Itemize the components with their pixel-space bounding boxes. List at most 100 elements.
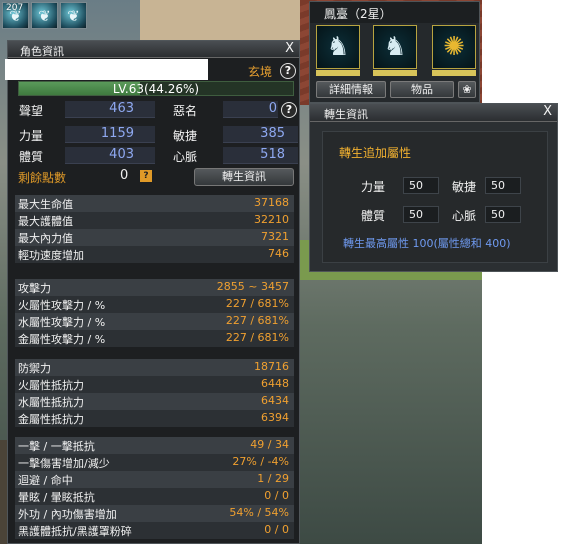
attribute-label: 火屬性抵抗力 (18, 379, 84, 392)
realm-label: 玄境 (248, 65, 273, 79)
panel-title: 角色資訊 (20, 45, 64, 58)
attribute-row: 輕功速度增加 746 (15, 246, 294, 263)
infamy-label: 惡名 (173, 104, 198, 118)
question-icon[interactable]: ? (140, 170, 152, 182)
attribute-row: 最大護體值 32210 (15, 212, 294, 229)
sun-emblem-icon: ✺ (443, 32, 465, 62)
attribute-label: 防禦力 (18, 362, 51, 375)
attribute-label: 最大護體值 (18, 215, 73, 228)
attribute-value: 6434 (261, 394, 289, 407)
close-button[interactable]: X (543, 104, 552, 119)
stat-row-strength: 力量 1159 敏捷 385 (13, 125, 298, 145)
strength-value: 1159 (100, 126, 134, 141)
attribute-label: 一擊傷害增加/減少 (18, 457, 110, 470)
attribute-label: 迴避 / 命中 (18, 474, 73, 487)
attribute-row: 一擊傷害增加/減少 27% / -4% (15, 454, 294, 471)
status-title-bar: 鳳臺（2星） (310, 2, 479, 23)
reputation-label: 聲望 (19, 104, 44, 118)
detail-info-button[interactable]: 詳細情報 (316, 81, 386, 98)
attribute-value: 37168 (254, 196, 289, 209)
attribute-value: 18716 (254, 360, 289, 373)
reborn-strength-value: 50 (403, 177, 439, 194)
attribute-row: 火屬性攻擊力 / % 227 / 681% (15, 296, 294, 313)
reborn-constitution-value: 50 (403, 206, 439, 223)
help-icon[interactable]: ? (281, 102, 297, 118)
attribute-row: 火屬性抵抗力 6448 (15, 376, 294, 393)
attribute-value: 2855 ~ 3457 (216, 280, 289, 293)
dragon-icon: ♞ (383, 32, 407, 62)
remaining-points-label: 剩餘點數 (18, 171, 67, 185)
reborn-strength-label: 力量 (361, 180, 386, 194)
attribute-label: 水屬性抵抗力 (18, 396, 84, 409)
reputation-value: 463 (109, 101, 134, 116)
dragon-icon: ♞ (326, 32, 350, 62)
attribute-value: 0 / 0 (264, 523, 289, 536)
reborn-agility-label: 敏捷 (452, 180, 477, 194)
attribute-row: 一擊 / 一擊抵抗 49 / 34 (15, 437, 294, 454)
attribute-value: 1 / 29 (257, 472, 289, 485)
paw-button[interactable]: ❀ (458, 81, 476, 98)
stat-row-reputation: 聲望 463 惡名 0 ? (13, 100, 297, 120)
attribute-row: 金屬性攻擊力 / % 227 / 681% (15, 330, 294, 347)
attribute-row: 黑護體抵抗/黑護罩粉碎 0 / 0 (15, 522, 294, 539)
attribute-row: 水屬性攻擊力 / % 227 / 681% (15, 313, 294, 330)
attribute-label: 最大內力值 (18, 232, 73, 245)
agility-value: 385 (260, 126, 285, 141)
attribute-value: 227 / 681% (225, 331, 289, 344)
character-info-panel: 角色資訊 X 玄境 ? LV.63(44.26%) 聲望 463 惡名 0 ? … (5, 40, 300, 544)
skill-slot-2[interactable]: ❦ (31, 2, 58, 29)
skill-slot-3[interactable]: ❦ (60, 2, 87, 29)
attribute-label: 外功 / 內功傷害增加 (18, 508, 117, 521)
attribute-value: 49 / 34 (250, 438, 289, 451)
reborn-title-bar[interactable]: 轉生資訊 X (310, 104, 557, 122)
attribute-label: 金屬性攻擊力 / % (18, 333, 106, 346)
reborn-max-note: 轉生最高屬性 100(屬性總和 400) (343, 237, 511, 250)
reborn-info-button[interactable]: 轉生資訊 (194, 168, 294, 186)
attribute-row: 攻擊力 2855 ~ 3457 (15, 279, 294, 296)
help-icon[interactable]: ? (280, 63, 296, 79)
reborn-constitution-label: 體質 (361, 209, 386, 223)
remaining-points-value: 0 (120, 168, 129, 183)
infamy-value: 0 (268, 101, 277, 116)
attribute-value: 746 (268, 247, 289, 260)
reborn-info-panel: 轉生資訊 X 轉生追加屬性 力量 50 敏捷 50 體質 50 心脈 50 轉生… (309, 103, 558, 272)
attribute-value: 32210 (254, 213, 289, 226)
status-panel: 鳳臺（2星） ♞ ♞ ✺ 詳細情報 物品 ❀ (309, 1, 480, 103)
attribute-group-hp: 最大生命值 37168 最大護體值 32210 最大內力值 7321 輕功速度增加 746 (15, 195, 294, 263)
attribute-label: 金屬性抵抗力 (18, 413, 84, 426)
reborn-title: 轉生資訊 (324, 108, 368, 121)
pet-bar-3 (432, 70, 476, 76)
constitution-value: 403 (109, 147, 134, 162)
wing-skill-icon: ❦ (38, 7, 51, 25)
pet-bar-2 (373, 70, 417, 76)
meridian-value: 518 (260, 147, 285, 162)
wing-skill-icon: ❦ (67, 7, 80, 25)
panel-title-bar[interactable]: 角色資訊 X (8, 41, 299, 58)
attribute-row: 迴避 / 命中 1 / 29 (15, 471, 294, 488)
pet-slot-2[interactable]: ♞ (373, 25, 417, 69)
attribute-group-misc: 一擊 / 一擊抵抗 49 / 34 一擊傷害增加/減少 27% / -4% 迴避 / 命… (15, 437, 294, 539)
pet-slot-3[interactable]: ✺ (432, 25, 476, 69)
skill-slot-1[interactable]: ❦ 207 (2, 2, 29, 29)
attribute-value: 54% / 54% (229, 506, 289, 519)
attribute-label: 輕功速度增加 (18, 249, 84, 262)
items-button[interactable]: 物品 (390, 81, 454, 98)
attribute-value: 6394 (261, 411, 289, 424)
reborn-heading: 轉生追加屬性 (339, 146, 412, 160)
meridian-label: 心脈 (173, 150, 198, 164)
reborn-agility-value: 50 (485, 177, 521, 194)
attribute-row: 暈眩 / 暈眩抵抗 0 / 0 (15, 488, 294, 505)
attribute-label: 黑護體抵抗/黑護罩粉碎 (18, 525, 132, 538)
attribute-row: 最大內力值 7321 (15, 229, 294, 246)
attribute-row: 防禦力 18716 (15, 359, 294, 376)
paw-icon: ❀ (462, 83, 472, 96)
pet-slot-1[interactable]: ♞ (316, 25, 360, 69)
attribute-row: 外功 / 內功傷害增加 54% / 54% (15, 505, 294, 522)
attribute-value: 7321 (261, 230, 289, 243)
close-button[interactable]: X (285, 41, 294, 56)
attribute-label: 一擊 / 一擊抵抗 (18, 440, 95, 453)
attribute-label: 火屬性攻擊力 / % (18, 299, 106, 312)
attribute-row: 金屬性抵抗力 6394 (15, 410, 294, 427)
attribute-value: 0 / 0 (264, 489, 289, 502)
agility-label: 敏捷 (173, 129, 198, 143)
